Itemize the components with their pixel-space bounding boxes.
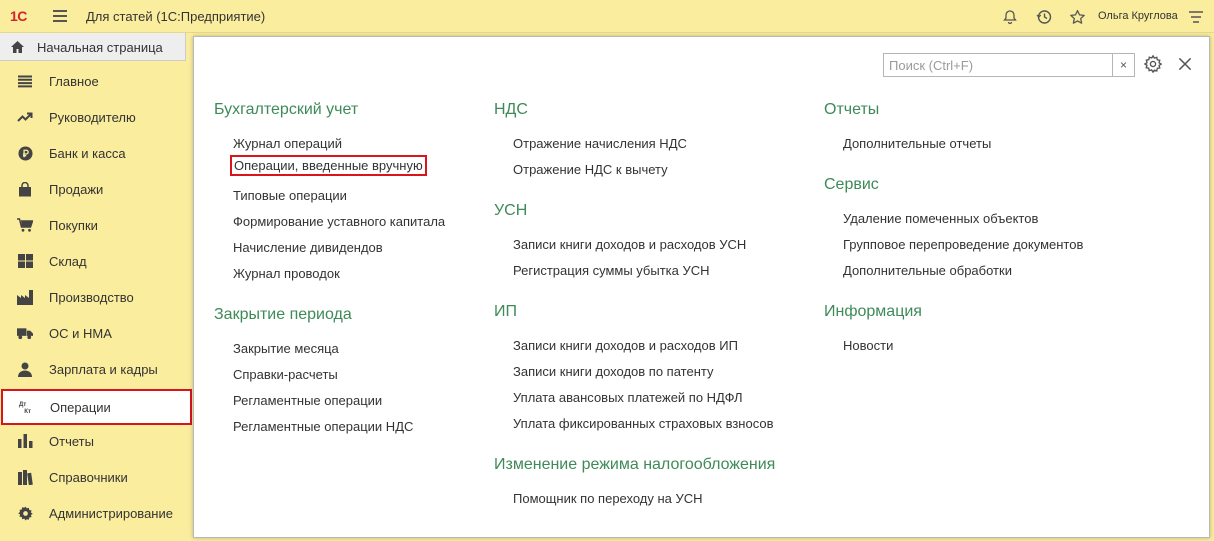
- link-group-reposting[interactable]: Групповое перепроведение документов: [843, 237, 1083, 252]
- dt-kt-icon: Дт Кт: [18, 399, 34, 415]
- link-additional-processing[interactable]: Дополнительные обработки: [843, 263, 1012, 278]
- 1c-logo[interactable]: 1С: [10, 8, 27, 24]
- sidebar-item-warehouse[interactable]: Склад: [0, 243, 193, 279]
- sidebar-item-label: Отчеты: [49, 434, 94, 449]
- sidebar-item-reports[interactable]: Отчеты: [0, 423, 193, 459]
- link-insurance-contributions[interactable]: Уплата фиксированных страховых взносов: [513, 416, 773, 431]
- sidebar-item-label: Склад: [49, 254, 87, 269]
- svg-text:Кт: Кт: [24, 408, 31, 415]
- sidebar-item-label: ОС и НМА: [49, 326, 112, 341]
- link-vat-accrual[interactable]: Отражение начисления НДС: [513, 136, 687, 151]
- section-title-service: Сервис: [824, 176, 879, 193]
- sidebar-item-purchases[interactable]: Покупки: [0, 207, 193, 243]
- link-delete-marked[interactable]: Удаление помеченных объектов: [843, 211, 1038, 226]
- home-tab-label: Начальная страница: [37, 40, 163, 55]
- link-calculations[interactable]: Справки-расчеты: [233, 367, 338, 382]
- person-icon: [17, 361, 33, 377]
- bag-icon: [17, 181, 33, 197]
- link-usn-book[interactable]: Записи книги доходов и расходов УСН: [513, 237, 746, 252]
- user-name[interactable]: Ольга Круглова: [1098, 10, 1178, 22]
- link-typical-operations[interactable]: Типовые операции: [233, 188, 347, 203]
- link-routine-operations[interactable]: Регламентные операции: [233, 393, 382, 408]
- sidebar-item-directories[interactable]: Справочники: [0, 459, 193, 495]
- star-icon[interactable]: [1067, 7, 1087, 27]
- sidebar: Главное Руководителю Банк и касса Продаж…: [0, 63, 193, 541]
- link-authorized-capital[interactable]: Формирование уставного капитала: [233, 214, 445, 229]
- section-title-reports: Отчеты: [824, 101, 880, 118]
- history-icon[interactable]: [1034, 7, 1054, 27]
- link-patent-book[interactable]: Записи книги доходов по патенту: [513, 364, 713, 379]
- grid-icon: [17, 253, 33, 269]
- link-news[interactable]: Новости: [843, 338, 893, 353]
- sidebar-item-operations[interactable]: Дт Кт Операции: [1, 389, 192, 425]
- link-postings-journal[interactable]: Журнал проводок: [233, 266, 340, 281]
- sidebar-item-administration[interactable]: Администрирование: [0, 495, 193, 531]
- link-vat-deduction[interactable]: Отражение НДС к вычету: [513, 162, 668, 177]
- settings-gear-icon[interactable]: [1143, 54, 1164, 75]
- search-clear-button[interactable]: ×: [1112, 54, 1134, 76]
- sidebar-item-label: Справочники: [49, 470, 128, 485]
- section-title-info: Информация: [824, 303, 922, 320]
- bar-chart-icon: [17, 433, 33, 449]
- sidebar-item-label: Производство: [49, 290, 134, 305]
- home-icon: [10, 40, 25, 57]
- sidebar-item-label: Продажи: [49, 182, 104, 197]
- gear-icon: [17, 505, 33, 521]
- link-usn-loss[interactable]: Регистрация суммы убытка УСН: [513, 263, 710, 278]
- sidebar-item-label: Главное: [49, 74, 99, 89]
- title-bar: 1С Для статей (1С:Предприятие) Ольга Кру…: [0, 0, 1214, 33]
- sidebar-item-label: Зарплата и кадры: [49, 362, 158, 377]
- cart-icon: [17, 217, 33, 233]
- factory-icon: [17, 289, 33, 305]
- link-usn-wizard[interactable]: Помощник по переходу на УСН: [513, 491, 703, 506]
- section-title-tax-change: Изменение режима налогообложения: [494, 456, 776, 473]
- sidebar-item-main[interactable]: Главное: [0, 63, 193, 99]
- ruble-icon: [17, 145, 33, 161]
- search-input[interactable]: [884, 54, 1110, 76]
- books-icon: [17, 469, 33, 485]
- svg-text:Дт: Дт: [19, 401, 26, 408]
- link-month-closing[interactable]: Закрытие месяца: [233, 341, 339, 356]
- sidebar-item-manager[interactable]: Руководителю: [0, 99, 193, 135]
- link-operations-journal[interactable]: Журнал операций: [233, 136, 342, 151]
- sidebar-item-sales[interactable]: Продажи: [0, 171, 193, 207]
- close-icon[interactable]: [1176, 55, 1196, 75]
- sidebar-item-label: Покупки: [49, 218, 98, 233]
- home-tab[interactable]: Начальная страница: [0, 33, 186, 61]
- link-manual-operations[interactable]: Операции, введенные вручную: [230, 155, 427, 176]
- section-title-usn: УСН: [494, 202, 528, 219]
- sidebar-item-salary[interactable]: Зарплата и кадры: [0, 351, 193, 387]
- app-title: Для статей (1С:Предприятие): [86, 9, 266, 24]
- sidebar-item-label: Администрирование: [49, 506, 173, 521]
- section-title-accounting: Бухгалтерский учет: [214, 101, 359, 118]
- sidebar-item-assets[interactable]: ОС и НМА: [0, 315, 193, 351]
- sidebar-item-label: Руководителю: [49, 110, 136, 125]
- trend-icon: [17, 109, 33, 125]
- main-menu-icon[interactable]: [53, 10, 67, 22]
- sidebar-item-bank[interactable]: Банк и касса: [0, 135, 193, 171]
- operations-panel: × Бухгалтерский учет Журнал операций Опе…: [193, 36, 1210, 538]
- list-icon: [17, 73, 33, 89]
- search-box: ×: [883, 53, 1135, 77]
- section-title-closing: Закрытие периода: [214, 306, 352, 323]
- menu-lines-icon[interactable]: [1186, 7, 1206, 27]
- link-routine-vat-operations[interactable]: Регламентные операции НДС: [233, 419, 413, 434]
- link-ip-book[interactable]: Записи книги доходов и расходов ИП: [513, 338, 738, 353]
- truck-icon: [17, 325, 33, 341]
- sidebar-item-label: Операции: [50, 400, 111, 415]
- link-additional-reports[interactable]: Дополнительные отчеты: [843, 136, 991, 151]
- section-title-ip: ИП: [494, 303, 517, 320]
- sidebar-item-production[interactable]: Производство: [0, 279, 193, 315]
- section-title-vat: НДС: [494, 101, 528, 118]
- bell-icon[interactable]: [1000, 7, 1020, 27]
- link-ndfl-advance[interactable]: Уплата авансовых платежей по НДФЛ: [513, 390, 743, 405]
- link-dividends[interactable]: Начисление дивидендов: [233, 240, 383, 255]
- sidebar-item-label: Банк и касса: [49, 146, 126, 161]
